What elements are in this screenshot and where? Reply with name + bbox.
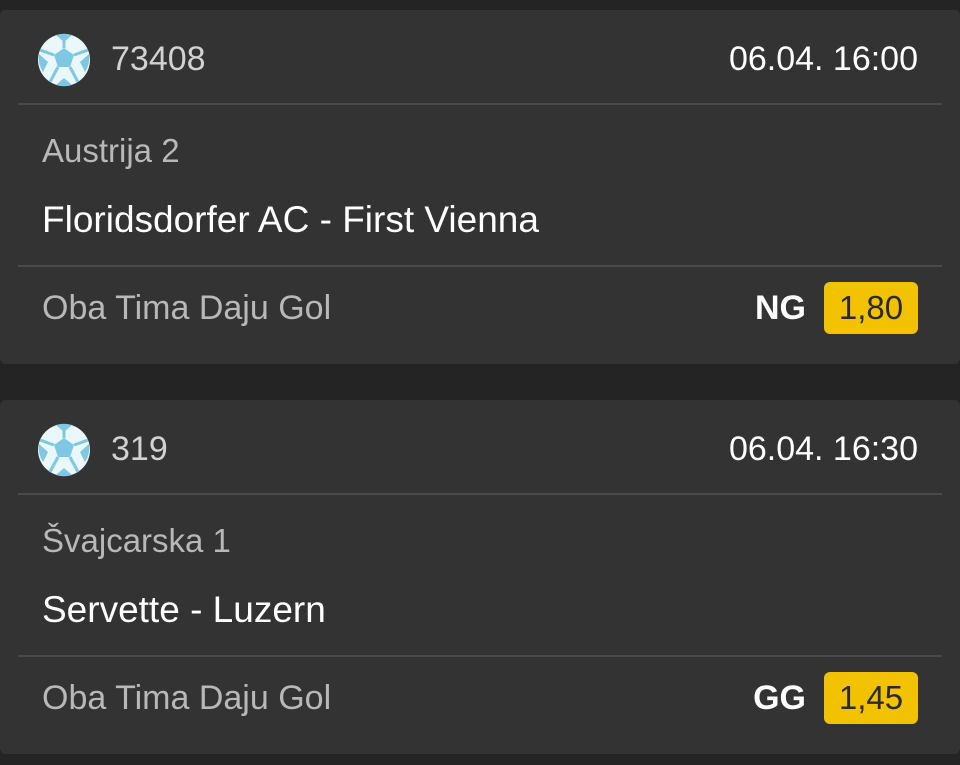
- match-card[interactable]: 73408 06.04. 16:00 Austrija 2 Floridsdor…: [0, 10, 960, 364]
- market-name: Oba Tima Daju Gol: [42, 679, 332, 717]
- league-name: Švajcarska 1: [42, 522, 231, 559]
- league-name: Austrija 2: [42, 132, 180, 169]
- divider: [18, 493, 942, 495]
- bet-pick: NG: [755, 289, 806, 327]
- event-id: 73408: [111, 40, 206, 78]
- match-teams[interactable]: Servette - Luzern: [42, 589, 326, 631]
- odds-badge[interactable]: 1,80: [824, 282, 918, 334]
- kickoff-time: 06.04. 16:00: [728, 40, 918, 78]
- kickoff-time: 06.04. 16:30: [728, 430, 918, 468]
- event-id: 319: [111, 430, 168, 468]
- match-header: 73408 06.04. 16:00: [0, 10, 960, 104]
- divider: [18, 265, 942, 267]
- divider: [18, 655, 942, 657]
- bet-pick: GG: [753, 679, 806, 717]
- market-name: Oba Tima Daju Gol: [42, 289, 332, 327]
- odds-badge[interactable]: 1,45: [824, 672, 918, 724]
- divider: [18, 103, 942, 105]
- soccer-ball-icon: [38, 423, 90, 477]
- soccer-ball-icon: [38, 33, 90, 87]
- match-teams[interactable]: Floridsdorfer AC - First Vienna: [42, 199, 539, 241]
- match-card[interactable]: 319 06.04. 16:30 Švajcarska 1 Servette -…: [0, 400, 960, 754]
- match-header: 319 06.04. 16:30: [0, 400, 960, 494]
